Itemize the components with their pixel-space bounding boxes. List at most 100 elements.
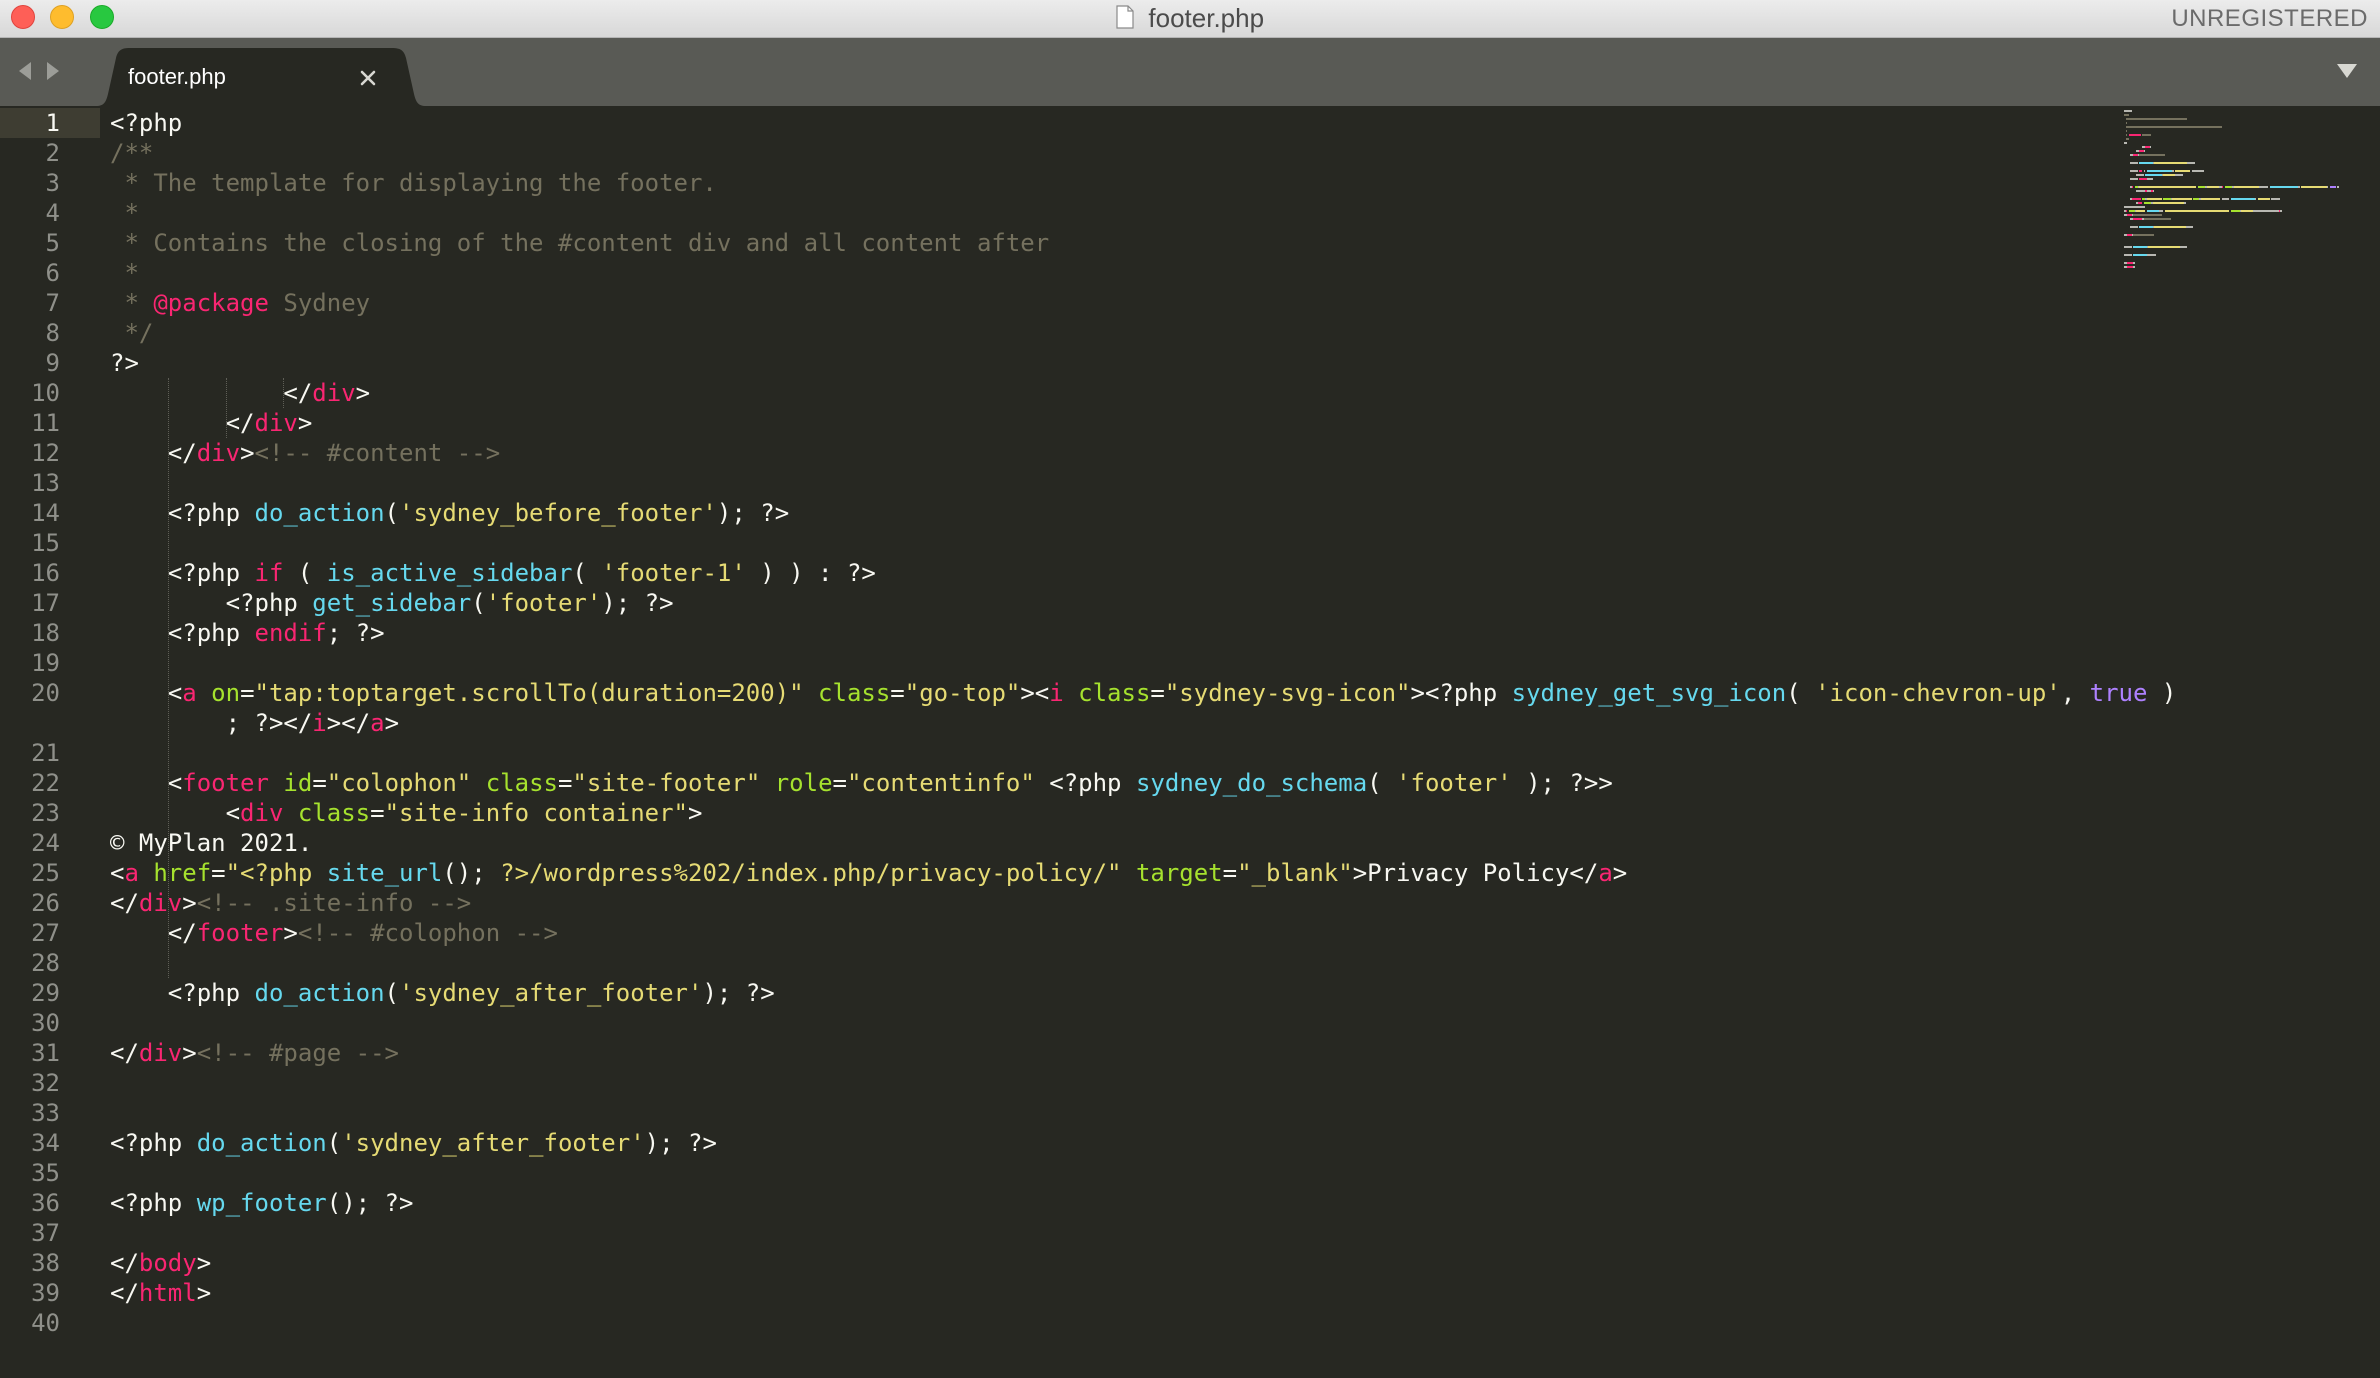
code-line[interactable]: </footer><!-- #colophon --> — [110, 918, 558, 948]
code-line[interactable]: /** — [110, 138, 153, 168]
code-line[interactable]: * The template for displaying the footer… — [110, 168, 716, 198]
code-line[interactable]: </div><!-- .site-info --> — [110, 888, 471, 918]
code-token: footer — [196, 919, 284, 947]
code-line[interactable]: © MyPlan 2021. — [110, 828, 312, 858]
line-number: 23 — [31, 799, 60, 827]
minimap-stroke — [2163, 174, 2175, 176]
minimap-stroke — [2197, 186, 2205, 188]
code-token: = — [312, 769, 327, 797]
code-line[interactable]: <?php wp_footer(); ?> — [110, 1188, 413, 1218]
code-token: ></ — [326, 709, 371, 737]
code-line[interactable]: <?php do_action('sydney_after_footer'); … — [110, 978, 775, 1008]
minimap-stroke — [2130, 170, 2138, 172]
code-token: > — [182, 889, 197, 917]
back-arrow-icon[interactable] — [17, 60, 33, 82]
code-line[interactable]: <?php — [110, 108, 182, 138]
indent-guide — [226, 378, 227, 438]
code-token: ; ?> — [326, 619, 385, 647]
code-line[interactable]: * @package Sydney — [110, 288, 370, 318]
code-line[interactable]: <?php get_sidebar('footer'); ?> — [110, 588, 674, 618]
minimap-stroke — [2152, 202, 2184, 204]
code-token: 'sydney_before_footer' — [399, 499, 717, 527]
minimap-stroke — [2124, 206, 2145, 208]
code-token: true — [2089, 679, 2148, 707]
line-number: 39 — [31, 1279, 60, 1307]
minimap-stroke — [2154, 226, 2186, 228]
code-line[interactable]: <?php endif; ?> — [110, 618, 385, 648]
code-token: ?> — [110, 349, 139, 377]
code-token: ); ?> — [601, 589, 674, 617]
code-token: class — [297, 799, 371, 827]
code-token: ( — [384, 499, 399, 527]
minimap-stroke — [2172, 170, 2174, 172]
window-title: footer.php — [0, 0, 2380, 37]
code-token: > — [196, 1249, 212, 1277]
code-token: </ — [110, 1039, 139, 1067]
line-number: 21 — [31, 739, 60, 767]
line-number: 15 — [31, 529, 60, 557]
code-line[interactable]: <div class="site-info container"> — [110, 798, 703, 828]
minimap-stroke — [2133, 214, 2162, 216]
code-token: div — [138, 1039, 183, 1067]
code-editor[interactable]: 1 2 3 4 5 6 7 8 9 10 11 12 13 14 15 16 17 18 19 20 21 22 23 24 2… — [0, 106, 2380, 1378]
minimap-stroke — [2142, 134, 2151, 136]
code-token: </ — [110, 1279, 139, 1307]
forward-arrow-icon[interactable] — [45, 60, 61, 82]
code-token: <?php — [110, 589, 313, 617]
code-token: "site-info container" — [384, 799, 688, 827]
code-token: 'icon-chevron-up' — [1815, 679, 2061, 707]
minimap-stroke — [2146, 178, 2153, 180]
minimap[interactable] — [2112, 106, 2380, 276]
minimap-stroke — [2131, 186, 2133, 188]
code-line[interactable]: <footer id="colophon" class="site-footer… — [110, 768, 1613, 798]
close-icon[interactable] — [358, 68, 378, 88]
minimap-stroke — [2139, 154, 2165, 156]
code-line[interactable]: * — [110, 258, 138, 288]
line-number: 6 — [45, 259, 60, 287]
code-token: * — [110, 199, 139, 227]
code-line[interactable]: <?php do_action('sydney_after_footer'); … — [110, 1128, 717, 1158]
minimap-stroke — [2125, 134, 2127, 136]
code-line[interactable]: </div><!-- #page --> — [110, 1038, 399, 1068]
code-line[interactable]: </div> — [110, 408, 313, 438]
code-token: </ — [110, 1249, 139, 1277]
code-line[interactable]: */ — [110, 318, 153, 348]
code-line[interactable]: <a on="tap:toptarget.scrollTo(duration=2… — [110, 678, 2177, 708]
code-line[interactable]: </body> — [110, 1248, 211, 1278]
code-line[interactable]: * Contains the closing of the #content d… — [110, 228, 1049, 258]
line-number: 4 — [45, 199, 60, 227]
minimap-stroke — [2191, 170, 2204, 172]
code-token: < — [110, 769, 183, 797]
line-number: 18 — [31, 619, 60, 647]
code-line[interactable]: <?php do_action('sydney_before_footer');… — [110, 498, 789, 528]
code-line[interactable]: <a href="<?php site_url(); ?>/wordpress%… — [110, 858, 1627, 888]
line-number: 27 — [31, 919, 60, 947]
minimap-stroke — [2233, 186, 2259, 188]
code-line[interactable]: * — [110, 198, 139, 228]
code-token: a — [124, 859, 139, 887]
code-line[interactable]: <?php if ( is_active_sidebar( 'footer-1'… — [110, 558, 876, 588]
minimap-stroke — [2329, 186, 2336, 188]
code-line[interactable]: ?> — [110, 348, 139, 378]
code-area[interactable]: <?php/** * The template for displaying t… — [110, 106, 2176, 1378]
line-number: 24 — [31, 829, 60, 857]
dropdown-triangle-icon[interactable] — [2336, 62, 2358, 80]
tab-footer-php[interactable]: footer.php — [96, 48, 426, 106]
code-token: id — [283, 769, 313, 797]
code-line[interactable]: ; ?></i></a> — [110, 708, 399, 738]
code-token: do_action — [254, 979, 385, 1007]
minimap-stroke — [2125, 118, 2187, 120]
code-line[interactable]: </html> — [110, 1278, 211, 1308]
line-number: 16 — [31, 559, 60, 587]
code-token: do_action — [196, 1129, 327, 1157]
minimap-stroke — [2143, 170, 2145, 172]
minimap-stroke — [2130, 226, 2138, 228]
code-line[interactable]: </div> — [110, 378, 370, 408]
code-token: site_url — [326, 859, 443, 887]
code-token: a — [1598, 859, 1613, 887]
minimap-stroke — [2200, 198, 2220, 200]
code-token: (); — [442, 859, 501, 887]
minimap-stroke — [2163, 198, 2171, 200]
code-token: class — [1078, 679, 1151, 707]
